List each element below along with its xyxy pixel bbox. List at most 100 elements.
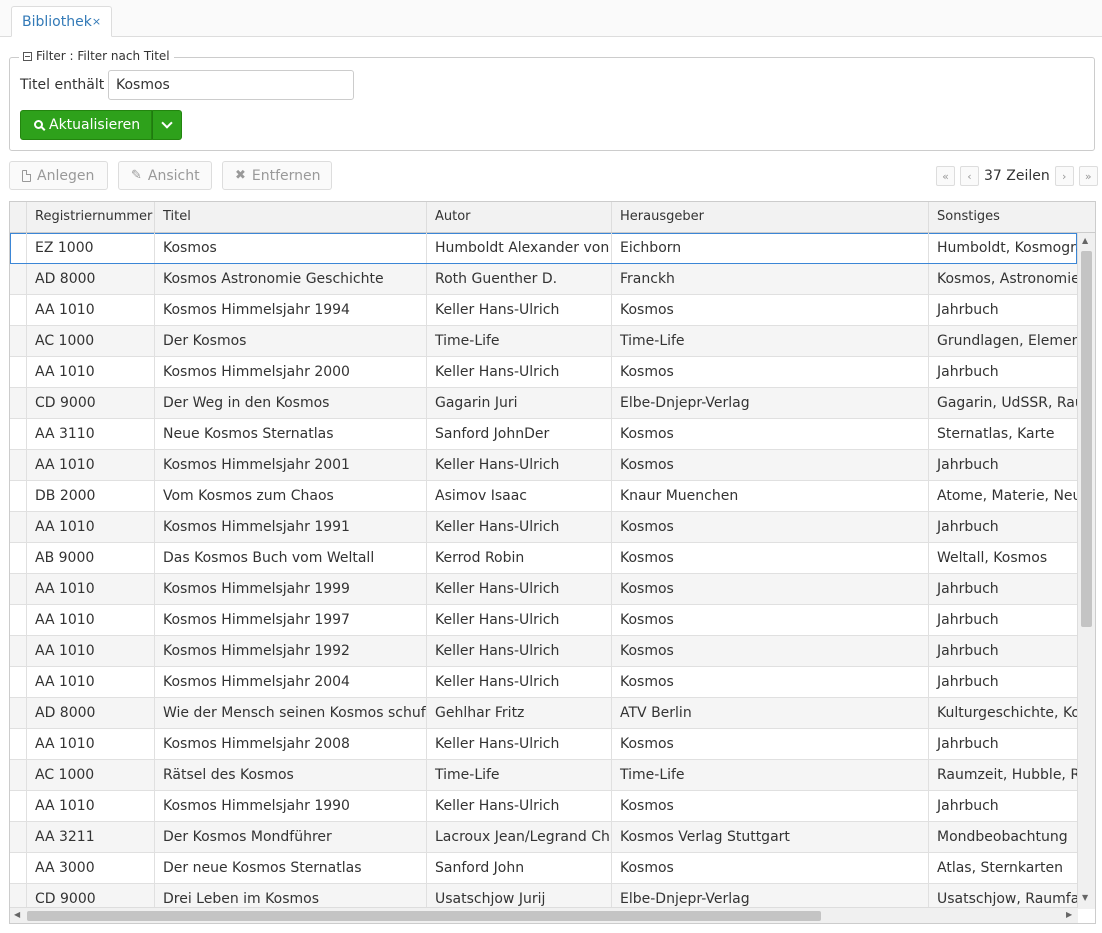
row-selector[interactable] [10,760,27,790]
table-row[interactable]: AA 3110 Neue Kosmos Sternatlas Sanford Joh… [10,419,1077,450]
autor-cell: Keller Hans-Ulrich [427,605,612,635]
filter-legend[interactable]: Filter : Filter nach Titel [19,49,174,63]
sonstiges-cell: Jahrbuch [937,643,999,659]
row-selector[interactable] [10,326,27,356]
first-page-button[interactable]: « [936,166,955,186]
scroll-up-icon[interactable]: ▲ [1082,236,1088,245]
sonstiges-cell: Raumzeit, Hubble, Rotverschiebung [937,767,1079,783]
scroll-left-icon[interactable]: ◀ [14,910,20,919]
tab-bibliothek[interactable]: Bibliothek × [11,6,112,37]
collapse-icon[interactable] [23,51,32,61]
row-selector[interactable] [10,667,27,697]
sonstiges-cell: Jahrbuch [937,798,999,814]
table-row[interactable]: AA 1010 Kosmos Himmelsjahr 2004 Keller Han… [10,667,1077,698]
table-row[interactable]: AA 1010 Kosmos Himmelsjahr 1992 Keller Han… [10,636,1077,667]
vertical-scroll-thumb[interactable] [1081,251,1092,627]
next-page-button[interactable]: › [1054,166,1074,186]
delete-button[interactable]: ✖ Entfernen [222,161,332,190]
table-row[interactable]: EZ 1000 Kosmos Humboldt Alexander von Eichb… [10,233,1079,264]
scroll-down-icon[interactable]: ▼ [1082,893,1088,902]
row-selector[interactable] [10,450,27,480]
row-selector[interactable] [10,853,27,883]
autor-cell: Sanford John [427,853,612,883]
row-selector[interactable] [10,264,27,294]
table-row[interactable]: DB 2000 Vom Kosmos zum Chaos Asimov Isaac K… [10,481,1079,512]
row-selector[interactable] [10,481,27,511]
column-header-herausgeber[interactable]: Herausgeber [612,202,929,232]
view-button[interactable]: ✎ Ansicht [118,161,212,190]
column-header-registriernummer[interactable]: Registriernummer [27,202,155,232]
autor-cell: Keller Hans-Ulrich [427,729,612,759]
row-selector[interactable] [10,419,27,449]
registriernummer-cell: AA 1010 [27,295,155,325]
table-row[interactable]: AA 1010 Kosmos Himmelsjahr 1991 Keller Han… [10,512,1077,543]
sonstiges-cell: Jahrbuch [937,736,999,752]
row-selector[interactable] [10,388,27,418]
table-row[interactable]: AA 1010 Kosmos Himmelsjahr 1990 Keller Han… [10,791,1077,822]
registriernummer-cell: AA 1010 [27,574,155,604]
titel-cell: Kosmos Himmelsjahr 1997 [155,605,427,635]
table-row[interactable]: AD 8000 Wie der Mensch seinen Kosmos schu… [10,698,1079,729]
horizontal-scrollbar[interactable]: ◀ ▶ [10,907,1078,923]
row-count: 37 Zeilen [984,168,1050,184]
table-row[interactable]: AA 1010 Kosmos Himmelsjahr 1997 Keller Han… [10,605,1077,636]
table-row[interactable]: AA 1010 Kosmos Himmelsjahr 1994 Keller Han… [10,295,1077,326]
registriernummer-cell: AD 8000 [27,698,155,728]
herausgeber-cell: Kosmos [612,512,929,542]
refresh-button-group: Aktualisieren [20,110,182,140]
table-row[interactable]: AB 9000 Das Kosmos Buch vom Weltall Kerrod… [10,543,1077,574]
table-row[interactable]: AC 1000 Der Kosmos Time-Life Time-Life Grund… [10,326,1079,357]
autor-cell: Keller Hans-Ulrich [427,357,612,387]
registriernummer-cell: AA 1010 [27,605,155,635]
column-header-autor[interactable]: Autor [427,202,612,232]
autor-cell: Keller Hans-Ulrich [427,636,612,666]
titel-cell: Kosmos Himmelsjahr 1991 [155,512,427,542]
table-row[interactable]: AA 1010 Kosmos Himmelsjahr 2001 Keller Han… [10,450,1077,481]
vertical-scrollbar[interactable]: ▲ ▼ [1077,233,1095,909]
grid-header: Registriernummer Titel Autor Herausgeber… [10,202,1095,233]
row-selector[interactable] [10,636,27,666]
table-row[interactable]: AA 3211 Der Kosmos Mondführer Lacroux Jean… [10,822,1077,853]
row-selector[interactable] [10,512,27,542]
new-button[interactable]: Anlegen [9,161,108,190]
table-row[interactable]: AD 8000 Kosmos Astronomie Geschichte Roth … [10,264,1079,295]
row-selector[interactable] [10,729,27,759]
table-row[interactable]: AA 1010 Kosmos Himmelsjahr 2000 Keller Han… [10,357,1077,388]
pager: « ‹ 37 Zeilen › » [936,165,1098,187]
registriernummer-cell: DB 2000 [27,481,155,511]
refresh-button[interactable]: Aktualisieren [20,110,152,140]
row-selector[interactable] [10,543,27,573]
delete-icon: ✖ [235,168,246,183]
table-row[interactable]: CD 9000 Der Weg in den Kosmos Gagarin Juri… [10,388,1079,419]
row-selector[interactable] [10,822,27,852]
row-selector[interactable] [10,791,27,821]
table-row[interactable]: AA 3000 Der neue Kosmos Sternatlas Sanford… [10,853,1077,884]
chevron-down-icon [161,117,173,129]
herausgeber-cell: Kosmos [612,636,929,666]
last-page-button[interactable]: » [1078,166,1098,186]
row-selector[interactable] [10,698,27,728]
sonstiges-cell: Jahrbuch [937,612,999,628]
row-selector[interactable] [10,295,27,325]
herausgeber-cell: Kosmos [612,295,929,325]
titel-cell: Kosmos [155,233,427,263]
row-selector[interactable] [10,233,27,263]
scroll-right-icon[interactable]: ▶ [1066,910,1072,919]
prev-page-button[interactable]: ‹ [960,166,979,186]
row-selector[interactable] [10,605,27,635]
close-icon[interactable]: × [92,15,101,28]
title-filter-input[interactable] [108,70,354,100]
row-selector[interactable] [10,357,27,387]
table-row[interactable]: AA 1010 Kosmos Himmelsjahr 2008 Keller Han… [10,729,1077,760]
autor-cell: Keller Hans-Ulrich [427,667,612,697]
refresh-options-button[interactable] [152,110,182,140]
sonstiges-cell: Kosmos, Astronomie, Geschichte [937,271,1079,287]
table-row[interactable]: AA 1010 Kosmos Himmelsjahr 1999 Keller Han… [10,574,1077,605]
column-header-titel[interactable]: Titel [155,202,427,232]
column-header-sonstiges[interactable]: Sonstiges [929,202,1079,232]
table-row[interactable]: AC 1000 Rätsel des Kosmos Time-Life Time-Li… [10,760,1079,791]
autor-cell: Keller Hans-Ulrich [427,512,612,542]
filter-legend-text: Filter : Filter nach Titel [36,49,170,63]
row-selector[interactable] [10,574,27,604]
horizontal-scroll-thumb[interactable] [27,911,821,921]
